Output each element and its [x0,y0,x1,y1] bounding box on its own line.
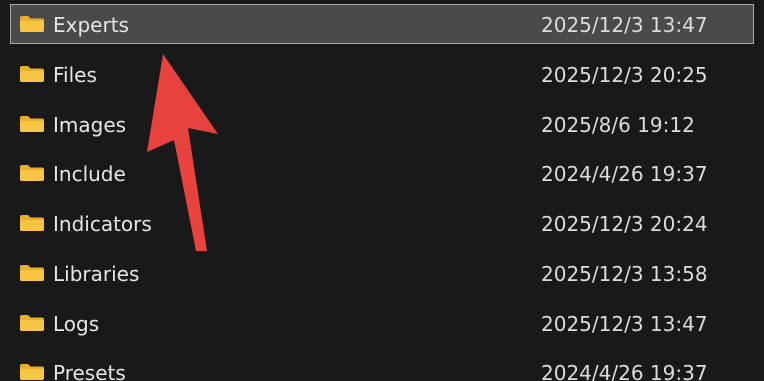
modified-date: 2025/8/6 19:12 [541,113,695,137]
modified-date: 2025/12/3 20:24 [541,212,708,236]
modified-date: 2024/4/26 19:37 [541,162,708,186]
folder-row-include[interactable]: Include 2024/4/26 19:37 [10,153,754,193]
folder-row-logs[interactable]: Logs 2025/12/3 13:47 [10,303,754,343]
modified-date: 2025/12/3 13:58 [541,262,708,286]
folder-icon [20,66,44,82]
folder-icon [20,116,44,132]
folder-row-presets[interactable]: Presets 2024/4/26 19:37 [10,352,754,381]
modified-date: 2025/12/3 20:25 [541,63,708,87]
modified-date: 2024/4/26 19:37 [541,361,708,381]
folder-icon [20,165,44,181]
folder-name: Include [53,162,126,186]
folder-row-images[interactable]: Images 2025/8/6 19:12 [10,104,754,144]
folder-row-libraries[interactable]: Libraries 2025/12/3 13:58 [10,253,754,293]
folder-name: Libraries [53,262,140,286]
modified-date: 2025/12/3 13:47 [541,13,708,37]
folder-icon [20,364,44,380]
folder-row-experts[interactable]: Experts 2025/12/3 13:47 [10,4,754,44]
folder-name: Files [53,63,97,87]
folder-name: Experts [53,13,129,37]
folder-row-indicators[interactable]: Indicators 2025/12/3 20:24 [10,203,754,243]
folder-name: Presets [53,361,126,381]
file-list: Experts 2025/12/3 13:47 Files 2025/12/3 … [0,0,764,381]
folder-name: Images [53,113,127,137]
folder-name: Indicators [53,212,152,236]
modified-date: 2025/12/3 13:47 [541,312,708,336]
folder-icon [20,16,44,32]
folder-row-files[interactable]: Files 2025/12/3 20:25 [10,54,754,94]
folder-icon [20,265,44,281]
folder-icon [20,215,44,231]
folder-name: Logs [53,312,100,336]
folder-icon [20,315,44,331]
